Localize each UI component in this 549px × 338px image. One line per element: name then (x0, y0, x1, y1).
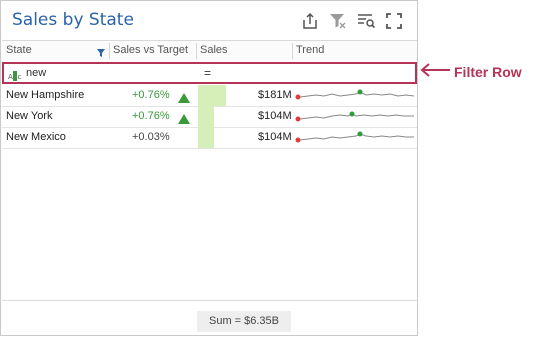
svg-text:A: A (8, 73, 13, 81)
trend-sparkline (295, 111, 414, 122)
sales-bar (198, 106, 214, 127)
table-row[interactable]: New Hampshire +0.76% $181M (2, 85, 417, 107)
total-summary: Sum = $6.35B (197, 311, 291, 332)
grid-title: Sales by State (12, 10, 134, 30)
vs-target-cell: +0.03% (132, 131, 170, 143)
vs-target-cell: +0.76% (132, 89, 170, 101)
filter-row-state-input[interactable]: new (26, 67, 46, 79)
table-row[interactable]: New York +0.76% $104M (2, 106, 417, 128)
column-header-sales[interactable]: Sales (200, 44, 228, 56)
filter-row[interactable]: Ac new = (2, 62, 417, 84)
column-divider[interactable] (109, 43, 110, 59)
grid-header: State Sales vs Target Sales Trend (2, 40, 417, 63)
column-header-sales-vs-target[interactable]: Sales vs Target (113, 44, 188, 56)
maximize-icon[interactable] (385, 12, 403, 30)
filter-row-sales-operator[interactable]: = (204, 66, 211, 80)
column-filter-icon[interactable] (97, 44, 105, 62)
state-cell: New Hampshire (6, 89, 85, 101)
svg-text:c: c (18, 73, 22, 81)
sales-cell: $104M (258, 131, 292, 143)
column-divider[interactable] (292, 43, 293, 59)
dashboard-grid-item: Sales by State State Sales vs Target Sal… (0, 0, 418, 336)
column-header-state[interactable]: State (6, 44, 32, 56)
vs-target-cell: +0.76% (132, 110, 170, 122)
sales-bar (198, 127, 214, 148)
text-filter-icon[interactable]: Ac (8, 68, 22, 86)
clear-filter-icon[interactable] (329, 12, 347, 30)
filter-options-icon[interactable] (357, 12, 376, 30)
state-cell: New York (6, 110, 53, 122)
column-divider[interactable] (196, 43, 197, 59)
export-icon[interactable] (301, 12, 319, 30)
sales-bar (198, 85, 226, 106)
sales-cell: $104M (258, 110, 292, 122)
trend-sparkline (295, 89, 415, 100)
column-header-trend[interactable]: Trend (296, 44, 324, 56)
table-row[interactable]: New Mexico +0.03% $104M (2, 127, 417, 149)
sales-cell: $181M (258, 89, 292, 101)
grid-toolbar (301, 12, 403, 30)
grid-footer-divider (2, 300, 417, 301)
state-cell: New Mexico (6, 131, 66, 143)
trend-sparkline (295, 131, 414, 143)
callout-arrow-icon (420, 63, 450, 77)
filter-row-callout: Filter Row (454, 64, 522, 80)
